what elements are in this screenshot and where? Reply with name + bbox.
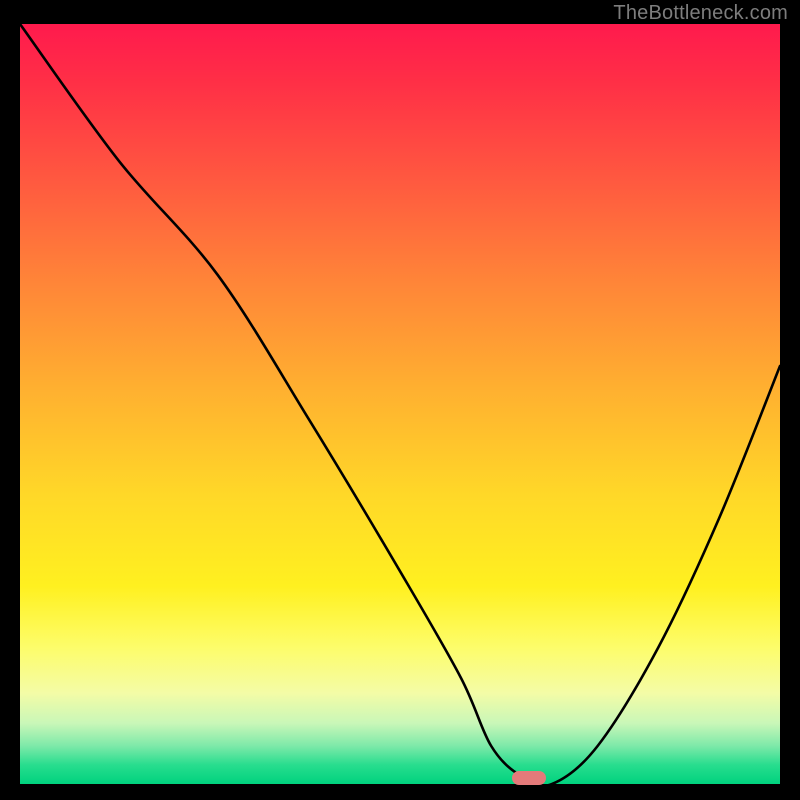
chart-frame: TheBottleneck.com bbox=[0, 0, 800, 800]
optimal-marker bbox=[512, 771, 546, 785]
plot-area bbox=[20, 24, 780, 784]
watermark-text: TheBottleneck.com bbox=[613, 2, 788, 25]
curve-svg bbox=[20, 24, 780, 784]
bottleneck-curve-path bbox=[20, 24, 780, 784]
